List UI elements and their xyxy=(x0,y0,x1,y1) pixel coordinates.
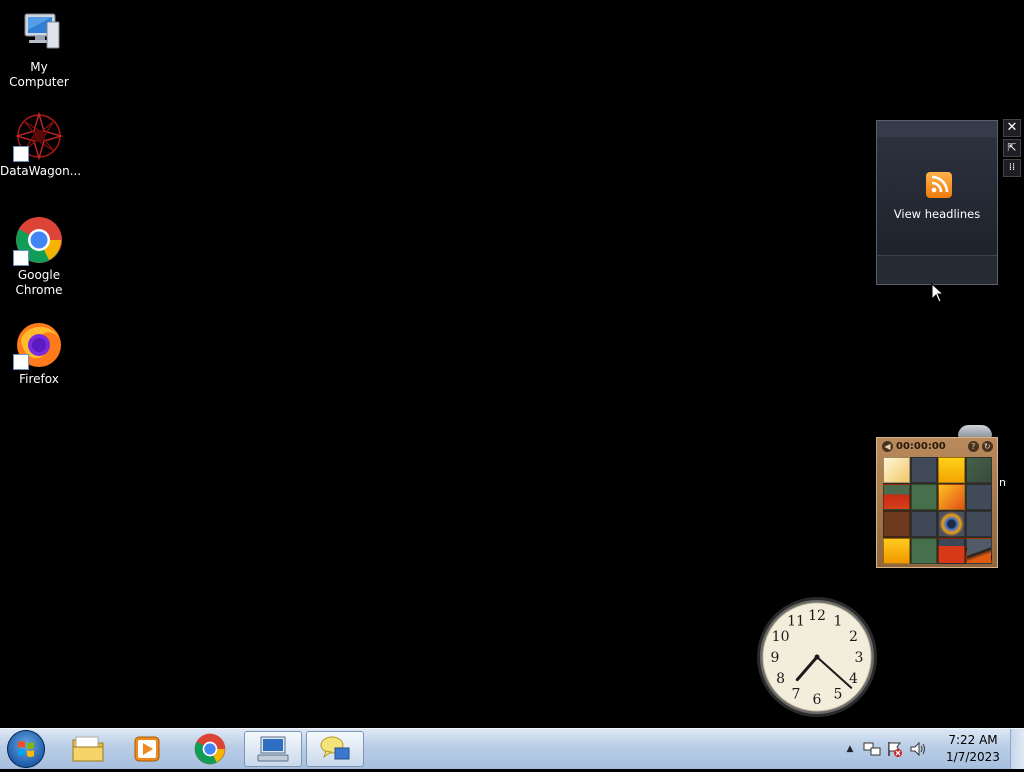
desktop-icon-label: Firefox xyxy=(19,372,59,386)
help-icon[interactable]: ? xyxy=(967,441,979,452)
windows-start-icon[interactable] xyxy=(7,730,45,768)
clock-gadget[interactable]: 12 12 3 45678 9 1011 xyxy=(755,595,879,719)
remote-desktop-icon xyxy=(257,736,289,762)
chrome-icon xyxy=(13,216,63,266)
puzzle-tile[interactable] xyxy=(910,538,937,564)
system-tray: ▲ xyxy=(844,729,928,769)
puzzle-timer: 00:00:00 xyxy=(896,441,946,452)
desktop-icon-datawagon[interactable]: DataWagon... xyxy=(0,111,82,179)
desktop-icon-firefox[interactable]: Firefox xyxy=(0,320,78,387)
file-explorer-icon xyxy=(72,736,104,762)
clock-numeral: 6 xyxy=(813,692,822,708)
puzzle-tile[interactable] xyxy=(938,511,965,537)
network-icon[interactable] xyxy=(862,740,882,758)
firefox-icon xyxy=(13,320,63,370)
puzzle-tile[interactable] xyxy=(910,484,937,510)
clock-numeral: 8 xyxy=(776,671,785,687)
puzzle-board[interactable] xyxy=(883,457,992,564)
taskbar-time: 7:22 AM xyxy=(948,733,998,747)
puzzle-tile[interactable] xyxy=(965,511,992,537)
clock-numeral: 1 xyxy=(834,614,843,630)
puzzle-tile[interactable] xyxy=(965,484,992,510)
puzzle-tile[interactable] xyxy=(910,457,937,483)
partial-label: n xyxy=(999,476,1006,489)
volume-icon[interactable] xyxy=(908,740,928,758)
drag-gadget-icon[interactable]: ⁞⁞ xyxy=(1003,159,1021,177)
gadget-header xyxy=(877,121,997,137)
chrome-icon xyxy=(194,733,226,765)
pause-timer-icon[interactable]: ◀ xyxy=(882,441,893,452)
show-hidden-icons-chevron[interactable]: ▲ xyxy=(844,744,856,754)
show-desktop-button[interactable] xyxy=(1010,729,1024,769)
puzzle-tile[interactable] xyxy=(938,484,965,510)
clock-numeral: 2 xyxy=(849,629,858,645)
taskbar-google-chrome[interactable] xyxy=(182,731,238,767)
clock-numeral: 3 xyxy=(855,650,864,666)
mouse-cursor-icon xyxy=(931,283,944,303)
puzzle-empty-slot xyxy=(883,511,910,537)
shortcut-arrow-icon xyxy=(13,354,29,370)
puzzle-tile[interactable] xyxy=(965,457,992,483)
chat-icon xyxy=(320,736,350,760)
clock-numeral: 11 xyxy=(787,614,805,630)
clock-numeral: 10 xyxy=(772,629,790,645)
datawagon-icon xyxy=(13,111,64,162)
puzzle-tile[interactable] xyxy=(938,538,965,564)
puzzle-tile[interactable] xyxy=(910,511,937,537)
clock-center-pin xyxy=(814,654,820,660)
taskbar-clock[interactable]: 7:22 AM 1/7/2023 xyxy=(940,732,1006,766)
desktop-icon-label: My Computer xyxy=(9,60,69,89)
clock-numeral: 7 xyxy=(792,686,801,702)
taskbar-chat-app[interactable] xyxy=(306,731,364,767)
rss-feed-icon xyxy=(926,172,952,198)
clock-numeral: 9 xyxy=(771,650,780,666)
action-center-icon[interactable] xyxy=(885,740,905,758)
taskbar-remote-desktop[interactable] xyxy=(244,731,302,767)
taskbar-date: 1/7/2023 xyxy=(946,750,1000,764)
gadget-footer xyxy=(877,255,997,284)
solve-icon[interactable]: ↻ xyxy=(981,441,993,452)
taskbar-media-player[interactable] xyxy=(119,731,175,767)
puzzle-tile[interactable] xyxy=(883,484,910,510)
desktop-icon-label: DataWagon... xyxy=(0,164,82,178)
rss-feed-gadget[interactable]: View headlines xyxy=(876,120,998,285)
taskbar: ▲ 7:22 AM 1/7/2023 xyxy=(0,728,1024,769)
taskbar-file-explorer[interactable] xyxy=(60,731,116,767)
shortcut-arrow-icon xyxy=(13,146,29,162)
clock-numeral: 5 xyxy=(834,686,843,702)
computer-icon xyxy=(15,8,63,56)
view-headlines-link[interactable]: View headlines xyxy=(877,207,997,221)
desktop-icon-my-computer[interactable]: My Computer xyxy=(0,8,78,90)
recycle-bin-icon[interactable] xyxy=(958,425,992,437)
desktop-icon-google-chrome[interactable]: Google Chrome xyxy=(0,216,78,298)
shortcut-arrow-icon xyxy=(13,250,29,266)
puzzle-toolbar: ◀ 00:00:00 ? ↻ xyxy=(877,438,997,455)
close-icon[interactable]: ✕ xyxy=(1003,119,1021,137)
puzzle-tile[interactable] xyxy=(938,457,965,483)
desktop-icon-label: Google Chrome xyxy=(15,268,63,297)
media-player-icon xyxy=(134,736,160,762)
picture-puzzle-gadget[interactable]: ◀ 00:00:00 ? ↻ xyxy=(876,437,998,568)
puzzle-tile[interactable] xyxy=(883,538,910,564)
puzzle-tile[interactable] xyxy=(883,457,910,483)
puzzle-tile[interactable] xyxy=(965,538,992,564)
clock-numeral: 12 xyxy=(808,608,826,624)
clock-numeral: 4 xyxy=(849,671,858,687)
larger-size-icon[interactable]: ⇱ xyxy=(1003,139,1021,157)
